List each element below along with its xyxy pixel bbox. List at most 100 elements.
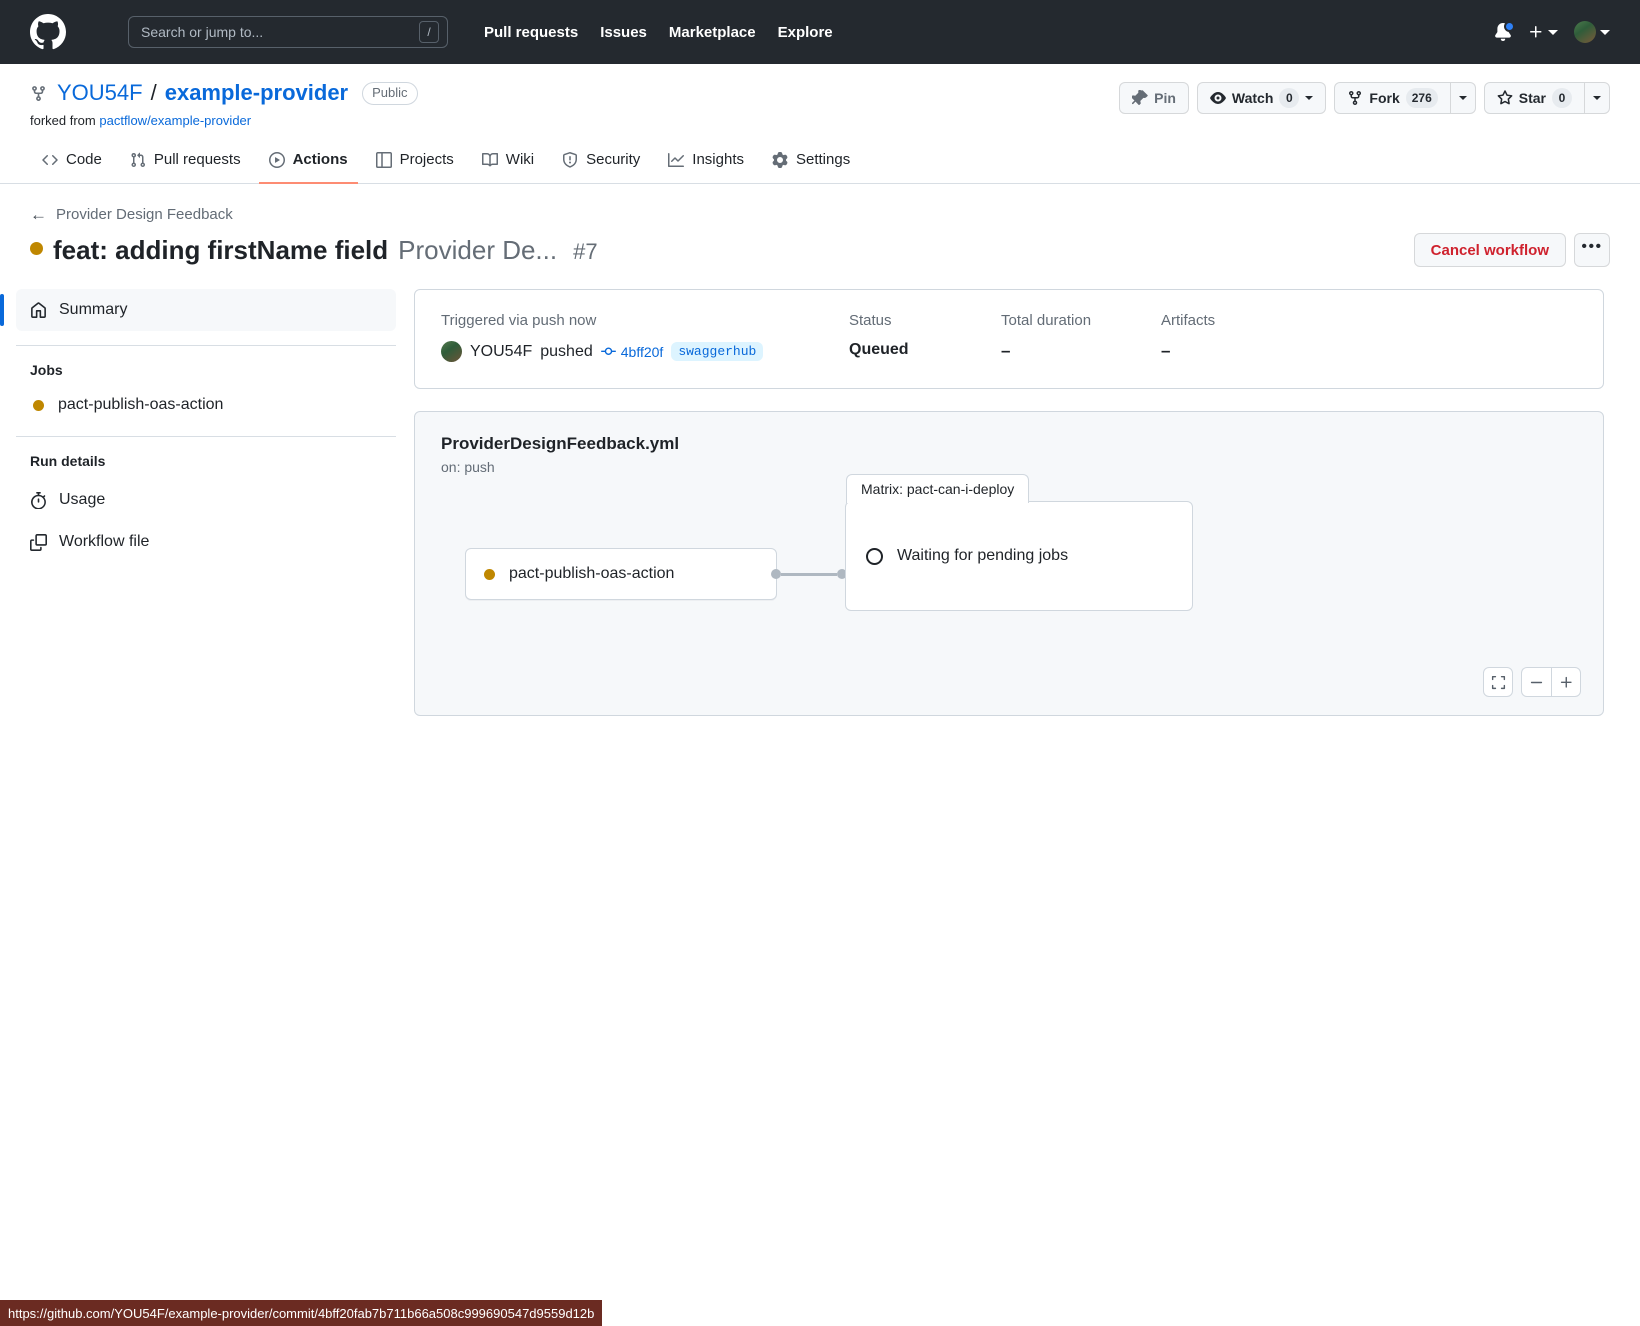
tab-pull-requests[interactable]: Pull requests (120, 143, 251, 184)
star-button[interactable]: Star 0 (1484, 82, 1584, 114)
workflow-file-name: ProviderDesignFeedback.yml (441, 434, 1577, 454)
run-content: Summary Jobs pact-publish-oas-action Run… (0, 267, 1640, 716)
repo-name-link[interactable]: example-provider (165, 80, 348, 106)
tab-settings[interactable]: Settings (762, 143, 860, 184)
pin-label: Pin (1154, 90, 1176, 106)
graph-connector (771, 569, 847, 579)
global-nav: Pull requests Issues Marketplace Explore (484, 24, 833, 41)
job-status-dot (33, 400, 44, 411)
trigger-label: Triggered via push now (441, 312, 849, 329)
avatar-image (1574, 21, 1596, 43)
chevron-down-icon (1600, 30, 1610, 35)
shield-icon (562, 152, 578, 168)
duration-column: Total duration – (1001, 312, 1161, 362)
avatar[interactable] (1574, 21, 1610, 43)
run-actions: Cancel workflow ••• (1414, 233, 1610, 267)
workflow-graph[interactable]: pact-publish-oas-action Matrix: pact-can… (441, 493, 1577, 693)
tab-wiki[interactable]: Wiki (472, 143, 544, 184)
tab-actions[interactable]: Actions (259, 143, 358, 184)
arrow-left-icon: ← (30, 206, 47, 223)
global-nav-marketplace[interactable]: Marketplace (669, 24, 756, 41)
workflow-trigger: on: push (441, 459, 1577, 475)
minus-icon[interactable] (1521, 667, 1551, 697)
graph-matrix-group[interactable]: Matrix: pact-can-i-deploy Waiting for pe… (845, 501, 1193, 611)
fork-button[interactable]: Fork 276 (1334, 82, 1449, 114)
global-header-actions (1494, 21, 1622, 43)
repo-owner-link[interactable]: YOU54F (57, 80, 143, 106)
commit-link[interactable]: 4bff20f (601, 344, 664, 360)
branch-tag[interactable]: swaggerhub (671, 342, 763, 361)
gear-icon (772, 152, 788, 168)
trigger-value: YOU54F pushed 4bff20f swaggerhub (441, 341, 849, 362)
watch-count: 0 (1279, 88, 1299, 108)
artifacts-value: – (1161, 341, 1577, 361)
back-to-workflow-link[interactable]: ← Provider Design Feedback (30, 206, 1610, 223)
browser-status-bar: https://github.com/YOU54F/example-provid… (0, 1300, 602, 1326)
plus-icon[interactable] (1528, 24, 1558, 40)
chevron-down-icon (1305, 96, 1313, 100)
notification-indicator (1504, 21, 1515, 32)
actor-verb: pushed (540, 343, 593, 361)
cancel-workflow-button[interactable]: Cancel workflow (1414, 233, 1566, 267)
forked-from-link[interactable]: pactflow/example-provider (99, 113, 251, 128)
fit-screen-icon[interactable] (1483, 667, 1513, 697)
page-title: feat: adding firstName field Provider De… (30, 234, 598, 267)
tab-projects[interactable]: Projects (366, 143, 464, 184)
pin-button[interactable]: Pin (1119, 82, 1189, 114)
fork-label: Fork (1369, 90, 1399, 106)
global-header: Search or jump to... / Pull requests Iss… (0, 0, 1640, 64)
sidebar-job-label: pact-publish-oas-action (58, 396, 223, 414)
chevron-down-icon (1593, 96, 1601, 100)
connector-line (781, 573, 837, 576)
graph-controls (1483, 667, 1581, 697)
watch-button[interactable]: Watch 0 (1197, 82, 1326, 114)
file-icon (30, 534, 47, 551)
status-badge (30, 242, 43, 255)
stopwatch-icon (30, 492, 47, 509)
sidebar-item-workflow-file[interactable]: Workflow file (16, 521, 396, 563)
sidebar-item-usage[interactable]: Usage (16, 479, 396, 521)
sidebar-run-details-heading: Run details (16, 437, 396, 479)
global-nav-pull-requests[interactable]: Pull requests (484, 24, 578, 41)
artifacts-column: Artifacts – (1161, 312, 1577, 362)
plus-icon[interactable] (1551, 667, 1581, 697)
global-nav-explore[interactable]: Explore (778, 24, 833, 41)
zoom-controls (1521, 667, 1581, 697)
more-options-button[interactable]: ••• (1574, 233, 1610, 267)
graph-matrix-label: Matrix: pact-can-i-deploy (846, 474, 1029, 503)
repository-header: YOU54F / example-provider Public forked … (0, 64, 1640, 184)
github-mark-icon[interactable] (30, 14, 66, 50)
commit-sha: 4bff20f (621, 344, 664, 360)
tab-security[interactable]: Security (552, 143, 650, 184)
back-link-label: Provider Design Feedback (56, 206, 233, 223)
tab-code-label: Code (66, 151, 102, 168)
tab-code[interactable]: Code (32, 143, 112, 184)
tab-insights[interactable]: Insights (658, 143, 754, 184)
run-main: Triggered via push now YOU54F pushed 4bf… (414, 289, 1610, 716)
table-icon (376, 152, 392, 168)
global-nav-issues[interactable]: Issues (600, 24, 647, 41)
bell-icon[interactable] (1494, 23, 1512, 41)
sidebar-job-pact-publish-oas-action[interactable]: pact-publish-oas-action (16, 388, 396, 422)
tab-wiki-label: Wiki (506, 151, 534, 168)
star-label: Star (1519, 90, 1546, 106)
star-dropdown-button[interactable] (1584, 82, 1610, 114)
repo-forked-icon (30, 85, 47, 102)
fork-dropdown-button[interactable] (1450, 82, 1476, 114)
repository-nav: Code Pull requests Actions Projects Wiki… (30, 142, 1610, 183)
code-icon (42, 152, 58, 168)
fork-count: 276 (1406, 88, 1438, 108)
graph-node-pact-publish-oas-action[interactable]: pact-publish-oas-action (465, 548, 777, 600)
tab-security-label: Security (586, 151, 640, 168)
graph-icon (668, 152, 684, 168)
artifacts-label: Artifacts (1161, 312, 1577, 329)
repository-actions: Pin Watch 0 Fork 276 (1119, 80, 1610, 114)
connector-knob-start (771, 569, 781, 579)
search-input[interactable]: Search or jump to... / (128, 16, 448, 48)
tab-settings-label: Settings (796, 151, 850, 168)
sidebar-item-summary[interactable]: Summary (16, 289, 396, 331)
pending-circle-icon (866, 548, 883, 565)
sidebar-item-usage-label: Usage (59, 491, 105, 509)
commit-icon (601, 344, 616, 359)
chevron-down-icon (1548, 30, 1558, 35)
